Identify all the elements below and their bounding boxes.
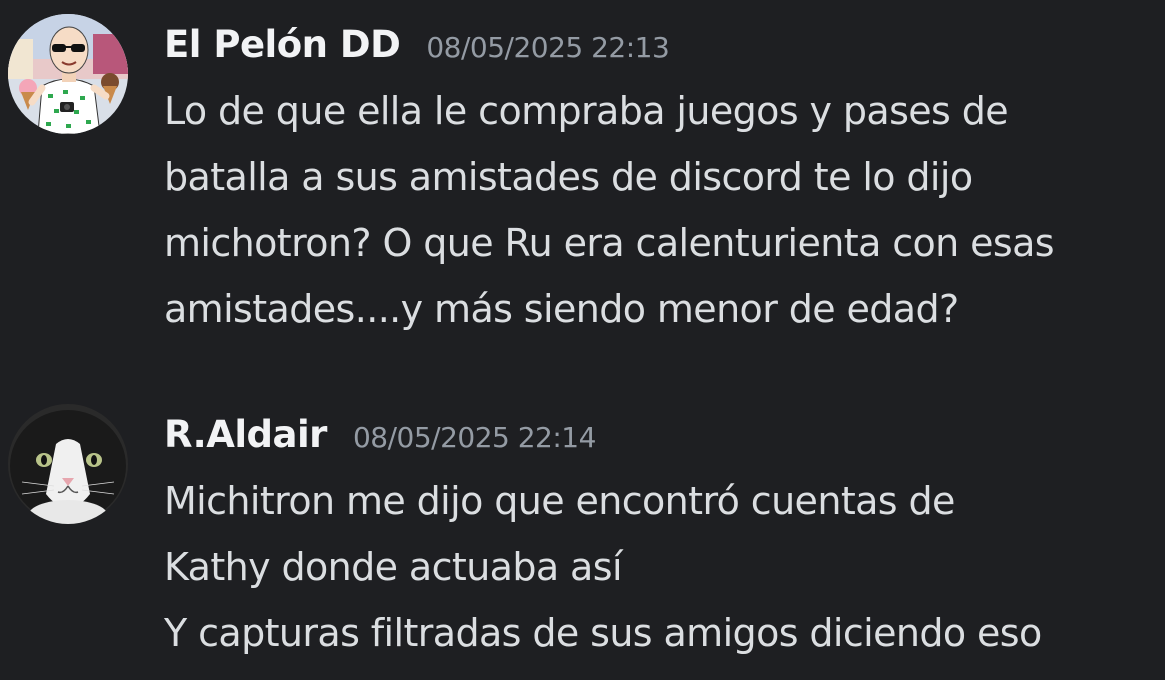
message-text-line: Michitron me dijo que encontró cuentas d…	[164, 479, 955, 523]
message-text-line: Kathy donde actuaba así	[164, 545, 623, 589]
message-text-line: Y capturas filtradas de sus amigos dicie…	[164, 611, 1042, 655]
timestamp[interactable]: 08/05/2025 22:13	[426, 15, 669, 81]
message-header: El Pelón DD 08/05/2025 22:13	[164, 12, 1165, 78]
message-content: R.Aldair 08/05/2025 22:14 Michitron me d…	[164, 402, 1165, 666]
user-avatar-icon[interactable]	[8, 404, 128, 524]
message-text-line: Lo de que ella le compraba juegos y pase…	[164, 89, 1009, 133]
message-text-line: batalla a sus amistades de discord te lo…	[164, 155, 973, 199]
username[interactable]: R.Aldair	[164, 402, 327, 468]
message-body: Lo de que ella le compraba juegos y pase…	[164, 78, 1165, 342]
message-body: Michitron me dijo que encontró cuentas d…	[164, 468, 1165, 666]
timestamp[interactable]: 08/05/2025 22:14	[353, 405, 596, 471]
message-header: R.Aldair 08/05/2025 22:14	[164, 402, 1165, 468]
message-text-line: amistades....y más siendo menor de edad?	[164, 287, 959, 331]
user-avatar-icon[interactable]	[8, 14, 128, 134]
username[interactable]: El Pelón DD	[164, 12, 401, 78]
message-content: El Pelón DD 08/05/2025 22:13 Lo de que e…	[164, 12, 1165, 342]
message-text-line: michotron? O que Ru era calenturienta co…	[164, 221, 1055, 265]
